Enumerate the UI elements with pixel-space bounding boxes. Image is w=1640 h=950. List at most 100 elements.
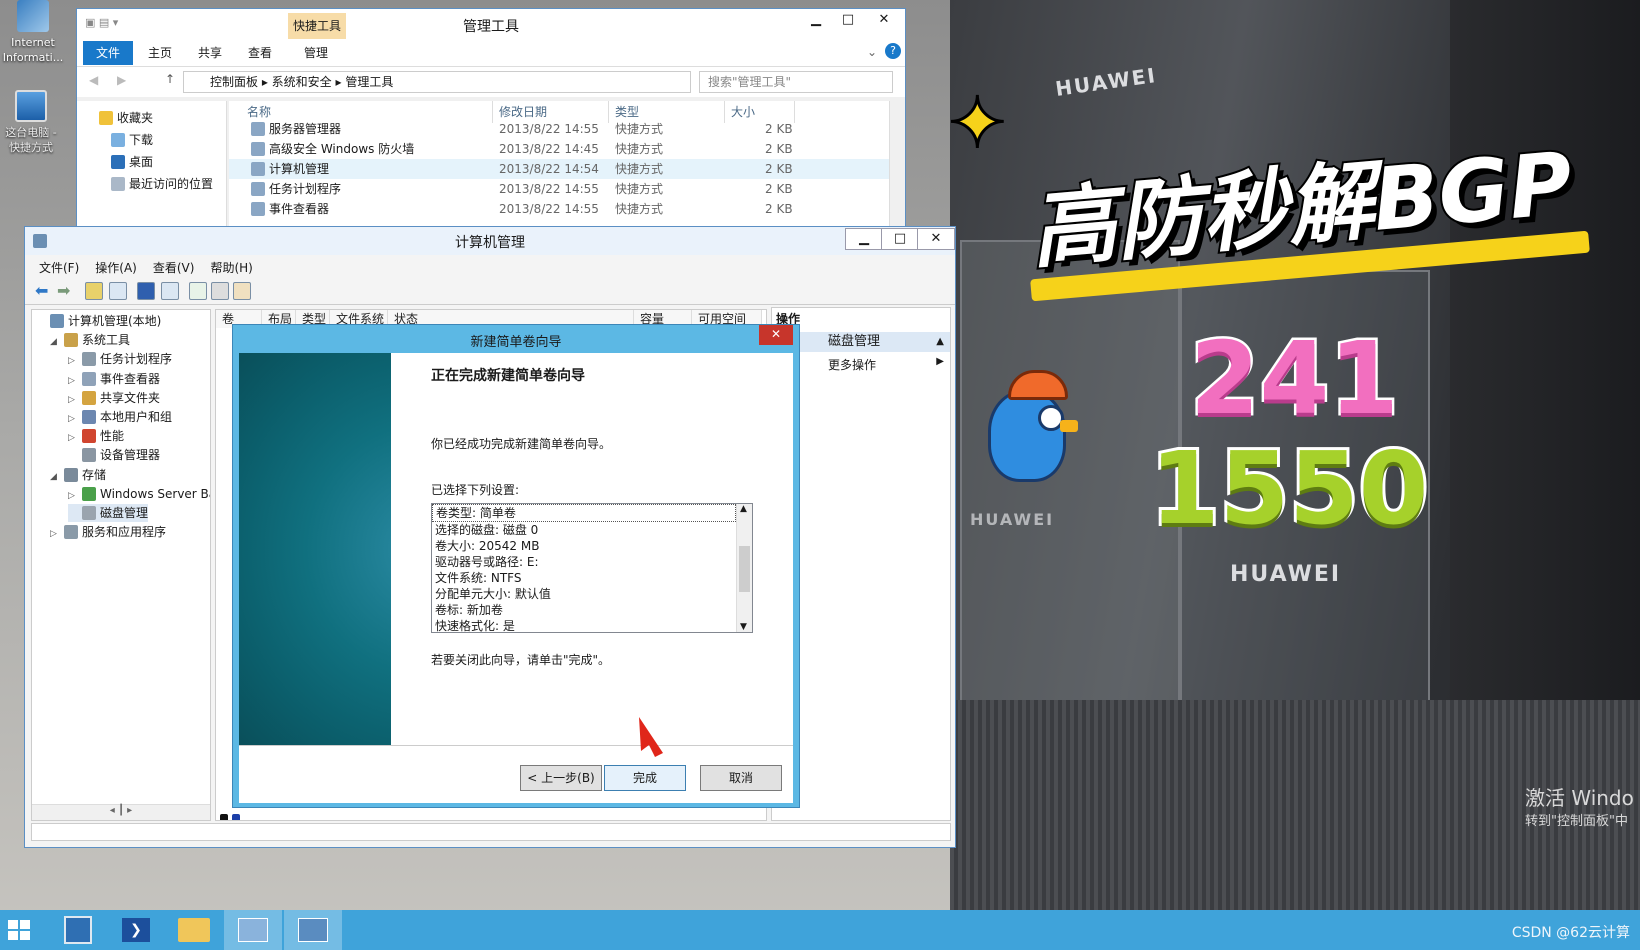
menu-help[interactable]: 帮助(H): [202, 257, 260, 279]
glass-door: [960, 240, 1180, 760]
file-row[interactable]: 计算机管理 2013/8/22 14:54 快捷方式 2 KB: [229, 159, 889, 179]
help-icon[interactable]: ?: [885, 43, 901, 59]
setting-item[interactable]: 驱动器号或路径: E:: [432, 554, 736, 570]
setting-item[interactable]: 卷类型: 简单卷: [432, 504, 736, 522]
file-row[interactable]: 服务器管理器 2013/8/22 14:55 快捷方式 2 KB: [229, 119, 889, 139]
taskbar-computer-management[interactable]: [284, 910, 342, 950]
file-row[interactable]: 任务计划程序 2013/8/22 14:55 快捷方式 2 KB: [229, 179, 889, 199]
file-name: 任务计划程序: [269, 182, 342, 196]
control-panel-icon: [238, 918, 268, 942]
taskbar-file-explorer[interactable]: [166, 910, 224, 950]
file-row[interactable]: 高级安全 Windows 防火墙 2013/8/22 14:45 快捷方式 2 KB: [229, 139, 889, 159]
menu-view[interactable]: 查看(V): [145, 257, 203, 279]
search-input[interactable]: 搜索"管理工具": [699, 71, 893, 93]
desktop-icon-label: Internet Informati...: [2, 36, 64, 64]
tree-item[interactable]: ▷ 事件查看器: [68, 370, 160, 390]
properties-icon[interactable]: [161, 282, 179, 300]
nav-recent[interactable]: 最近访问的位置: [111, 175, 213, 193]
file-type: 快捷方式: [615, 202, 664, 216]
breadcrumb-item[interactable]: 控制面板: [210, 75, 258, 89]
wizard-footer-divider: [239, 745, 793, 746]
close-button[interactable]: ✕: [759, 325, 793, 345]
vertical-scrollbar[interactable]: [889, 101, 905, 233]
tab-view[interactable]: 查看: [235, 41, 285, 65]
window-title: 计算机管理: [455, 235, 525, 251]
tree-item[interactable]: ▷ 本地用户和组: [68, 408, 172, 428]
close-button[interactable]: ✕: [865, 10, 903, 32]
setting-item[interactable]: 快速格式化: 是: [432, 618, 736, 634]
export-icon[interactable]: [211, 282, 229, 300]
nav-favorites[interactable]: 收藏夹: [99, 109, 153, 127]
tab-file[interactable]: 文件: [83, 41, 133, 65]
shortcut-icon: [251, 142, 265, 156]
tree-item[interactable]: ◢ 系统工具: [50, 331, 130, 351]
back-arrow-icon[interactable]: ⬅: [35, 281, 48, 300]
breadcrumb-item[interactable]: 管理工具: [345, 75, 393, 89]
listbox-scrollbar[interactable]: ▲ ▼: [736, 504, 752, 632]
tab-home[interactable]: 主页: [135, 41, 185, 65]
minimize-button[interactable]: ▁: [845, 228, 883, 250]
up-icon[interactable]: ↑: [165, 72, 175, 86]
menu-file[interactable]: 文件(F): [31, 257, 87, 279]
nav-downloads[interactable]: 下载: [111, 131, 153, 149]
desktop-icon-this-pc[interactable]: 这台电脑 - 快捷方式: [0, 90, 64, 155]
more-actions[interactable]: 更多操作 ▶: [828, 356, 948, 373]
desktop-icon-iis[interactable]: Internet Informati...: [0, 0, 66, 65]
setting-item[interactable]: 卷大小: 20542 MB: [432, 538, 736, 554]
setting-item[interactable]: 卷标: 新加卷: [432, 602, 736, 618]
computer-mgmt-icon: [50, 314, 64, 328]
breadcrumb-item[interactable]: 系统和安全: [272, 75, 332, 89]
file-type: 快捷方式: [615, 182, 664, 196]
maximize-button[interactable]: □: [881, 228, 919, 250]
setting-item[interactable]: 文件系统: NTFS: [432, 570, 736, 586]
forward-arrow-icon[interactable]: ➡: [57, 281, 70, 300]
taskbar-control-panel[interactable]: [224, 910, 282, 950]
taskbar-powershell[interactable]: ❯: [108, 910, 166, 950]
help-book-icon[interactable]: [137, 282, 155, 300]
menu-action[interactable]: 操作(A): [87, 257, 145, 279]
settings-listbox[interactable]: 卷类型: 简单卷 选择的磁盘: 磁盘 0 卷大小: 20542 MB 驱动器号或路径:…: [431, 503, 753, 633]
file-row[interactable]: 事件查看器 2013/8/22 14:55 快捷方式 2 KB: [229, 199, 889, 219]
tree-item[interactable]: 设备管理器: [68, 446, 160, 464]
tree-item[interactable]: ▷ 性能: [68, 427, 124, 447]
file-size: 2 KB: [765, 162, 793, 176]
close-hint: 若要关闭此向导，请单击"完成"。: [431, 653, 611, 667]
desktop-icon: [111, 155, 125, 169]
refresh-icon[interactable]: [189, 282, 207, 300]
back-button[interactable]: < 上一步(B): [520, 765, 602, 791]
tab-manage[interactable]: 管理: [291, 41, 341, 65]
setting-item[interactable]: 选择的磁盘: 磁盘 0: [432, 522, 736, 538]
up-folder-icon[interactable]: [85, 282, 103, 300]
tree-item[interactable]: ▷ 共享文件夹: [68, 389, 160, 409]
forward-icon[interactable]: ▶: [117, 73, 126, 87]
back-icon[interactable]: ◀: [89, 73, 98, 87]
shortcut-icon: [251, 162, 265, 176]
close-button[interactable]: ✕: [917, 228, 955, 250]
disk-management-icon: [82, 506, 96, 520]
scroll-down-icon[interactable]: ▼: [740, 622, 747, 632]
huawei-logo: HUAWEI: [1053, 63, 1159, 101]
nav-desktop[interactable]: 桌面: [111, 153, 153, 171]
finish-button[interactable]: 完成: [604, 765, 686, 791]
breadcrumb[interactable]: 控制面板 ▸ 系统和安全 ▸ 管理工具: [183, 71, 691, 93]
expand-ribbon-icon[interactable]: ⌄: [867, 45, 877, 59]
maximize-button[interactable]: □: [829, 10, 867, 32]
file-name: 计算机管理: [269, 162, 330, 176]
tree-item[interactable]: 磁盘管理: [68, 504, 149, 522]
tree-item[interactable]: ◢ 存储: [50, 466, 106, 486]
scroll-up-icon[interactable]: ▲: [740, 504, 747, 514]
taskbar-server-manager[interactable]: [50, 910, 108, 950]
tree-item[interactable]: 计算机管理(本地): [36, 312, 161, 330]
star-icon: [99, 111, 113, 125]
tree-item[interactable]: ▷ Windows Server Back: [68, 485, 210, 505]
tree-item[interactable]: ▷ 服务和应用程序: [50, 523, 166, 543]
tree-item[interactable]: ▷ 任务计划程序: [68, 350, 172, 370]
show-tree-icon[interactable]: [109, 282, 127, 300]
tab-share[interactable]: 共享: [185, 41, 235, 65]
console-icon[interactable]: [233, 282, 251, 300]
tree-horizontal-scrollbar[interactable]: ◂ ┃ ▸: [32, 804, 210, 820]
cancel-button[interactable]: 取消: [700, 765, 782, 791]
scroll-thumb[interactable]: [739, 546, 750, 592]
collapse-icon[interactable]: ▲: [936, 332, 944, 352]
setting-item[interactable]: 分配单元大小: 默认值: [432, 586, 736, 602]
